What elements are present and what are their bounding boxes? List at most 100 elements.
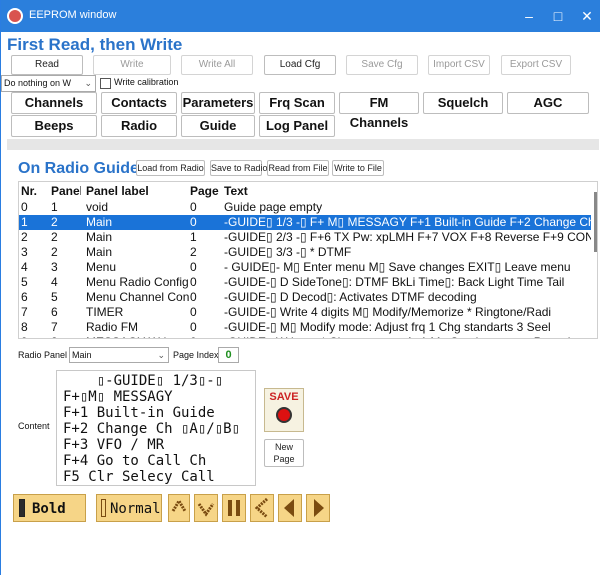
table-row[interactable]: 6 5 Menu Channel Config0 -GUIDE-▯ D Decod▯… xyxy=(19,290,591,305)
right-arrow-tool[interactable] xyxy=(306,494,330,522)
cell-text: Guide page empty xyxy=(224,200,323,214)
cell-page: 0 xyxy=(190,335,225,338)
cell-panel: 1 xyxy=(51,200,58,214)
maximize-button[interactable]: □ xyxy=(548,6,568,26)
cell-text: -GUIDE-▯ M▯ Modify mode: Adjust frq 1 Ch… xyxy=(224,320,551,334)
radio-panel-label: Radio Panel xyxy=(18,350,68,360)
content-line: F+▯M▯ MESSAGY xyxy=(63,389,173,405)
nav-squelch-button[interactable]: Squelch xyxy=(423,92,503,114)
cell-text: -GUIDE▯ 3/3 -▯ * DTMF xyxy=(224,245,352,259)
cell-page: 0 xyxy=(190,200,197,214)
left-angle-icon xyxy=(254,497,269,519)
import-csv-button[interactable]: Import CSV xyxy=(428,55,490,75)
cell-label: Main xyxy=(86,245,113,259)
chevron-down-icon: ⌄ xyxy=(157,350,165,360)
left-arrow-tool[interactable] xyxy=(278,494,302,522)
write-all-button[interactable]: Write All xyxy=(181,55,253,75)
cell-nr: 9 xyxy=(21,335,45,338)
column-header-text[interactable]: Text xyxy=(224,184,594,199)
cell-page: 0 xyxy=(190,305,197,319)
cell-nr: 4 xyxy=(21,260,28,274)
nav-agc-button[interactable]: AGC xyxy=(507,92,589,114)
table-row[interactable]: 4 3 Menu 0 - GUIDE▯- M▯ Enter menu M▯ Save … xyxy=(19,260,591,275)
table-header: Nr. Panel Panel label Page Text xyxy=(19,184,597,200)
table-row[interactable]: 8 7 Radio FM 0 -GUIDE-▯ M▯ Modify mode: Adj… xyxy=(19,320,591,335)
save-button[interactable]: SAVE xyxy=(264,388,304,432)
load-cfg-button[interactable]: Load Cfg xyxy=(264,55,336,75)
new-page-button[interactable]: New Page xyxy=(264,439,304,467)
nav-beeps-button[interactable]: Beeps xyxy=(11,115,97,137)
vertical-scrollbar[interactable] xyxy=(594,192,597,252)
cell-panel: 3 xyxy=(51,260,58,274)
table-row[interactable]: 2 2 Main 1 -GUIDE▯ 2/3 -▯ F+6 TX Pw: xpLMH … xyxy=(19,230,591,245)
table-row[interactable]: 1 2 Main 0 -GUIDE▯ 1/3 -▯ F+ M▯ MESSAGY F+1… xyxy=(19,215,591,230)
cell-page: 0 xyxy=(190,215,197,229)
nav-contacts-button[interactable]: Contacts xyxy=(101,92,177,114)
radio-panel-value: Main xyxy=(72,350,92,360)
cursor-outline-icon xyxy=(101,499,106,517)
section-separator xyxy=(7,139,599,150)
save-to-radio-button[interactable]: Save to Radio xyxy=(210,160,268,176)
nav-guide-button[interactable]: Guide xyxy=(181,115,255,137)
cell-nr: 6 xyxy=(21,290,28,304)
save-cfg-button[interactable]: Save Cfg xyxy=(346,55,418,75)
normal-tool-button[interactable]: Normal xyxy=(96,494,162,522)
app-icon xyxy=(7,8,23,24)
cell-text: -GUIDE-▯ Write 4 digits M▯ Modify/Memori… xyxy=(224,305,552,319)
minimize-button[interactable]: – xyxy=(519,6,539,26)
write-button[interactable]: Write xyxy=(93,55,171,75)
read-button[interactable]: Read xyxy=(11,55,83,75)
left-angle-tool[interactable] xyxy=(250,494,274,522)
cell-page: 0 xyxy=(190,260,197,274)
cell-label: Main xyxy=(86,230,113,244)
cell-label: Menu Channel Config xyxy=(86,290,189,304)
column-header-nr[interactable]: Nr. xyxy=(21,184,45,199)
export-csv-button[interactable]: Export CSV xyxy=(501,55,571,75)
column-header-page[interactable]: Page xyxy=(190,184,225,199)
arrow-down-tool[interactable] xyxy=(194,494,218,522)
cell-label: Main xyxy=(86,215,113,229)
caret-up-icon xyxy=(171,498,187,512)
cell-page: 2 xyxy=(190,245,197,259)
nav-frq-scan-button[interactable]: Frq Scan xyxy=(259,92,335,114)
cell-text: -GUIDE▯ 2/3 -▯ F+6 TX Pw: xpLMH F+7 VOX … xyxy=(224,230,591,244)
content-line: F+1 Built-in Guide xyxy=(63,405,215,421)
table-row[interactable]: 0 1 void 0 Guide page empty xyxy=(19,200,591,215)
write-calibration-checkbox[interactable] xyxy=(100,78,111,89)
table-row[interactable]: 7 6 TIMER 0 -GUIDE-▯ Write 4 digits M▯ Modi… xyxy=(19,305,591,320)
content-line: F+3 VFO / MR xyxy=(63,437,165,453)
radio-panel-select[interactable]: Main ⌄ xyxy=(69,347,169,363)
page-index-input[interactable]: 0 xyxy=(218,347,239,363)
cell-text: -GUIDE-▯ D SideTone▯: DTMF BkLi Time▯: B… xyxy=(224,275,565,289)
cell-page: 0 xyxy=(190,320,197,334)
table-row[interactable]: 5 4 Menu Radio Config 0 -GUIDE-▯ D SideTone… xyxy=(19,275,591,290)
write-to-file-button[interactable]: Write to File xyxy=(332,160,384,176)
chevron-down-icon: ⌄ xyxy=(84,78,92,88)
nav-parameters-button[interactable]: Parameters xyxy=(181,92,255,114)
nav-radio-bands-button[interactable]: Radio Bands xyxy=(101,115,177,153)
bold-tool-button[interactable]: Bold xyxy=(13,494,86,522)
cell-page: 1 xyxy=(190,230,197,244)
read-from-file-button[interactable]: Read from File xyxy=(267,160,329,176)
double-bar-tool[interactable] xyxy=(222,494,246,522)
column-header-panel-label[interactable]: Panel label xyxy=(86,184,189,199)
cell-panel: 2 xyxy=(51,230,58,244)
nav-fm-channels-button[interactable]: FM Channels xyxy=(339,92,419,130)
cell-page: 0 xyxy=(190,290,197,304)
arrow-up-tool[interactable] xyxy=(168,494,190,522)
bold-label: Bold xyxy=(32,501,66,517)
cell-panel: 8 xyxy=(51,335,81,338)
close-button[interactable]: ✕ xyxy=(577,6,597,26)
write-action-select[interactable]: Do nothing on W ⌄ xyxy=(1,75,96,92)
nav-log-panel-button[interactable]: Log Panel xyxy=(259,115,335,137)
cell-nr: 0 xyxy=(21,200,28,214)
content-editor[interactable]: ▯-GUIDE▯ 1/3▯-▯ F+▯M▯ MESSAGY F+1 Built-in… xyxy=(56,370,256,486)
table-row[interactable]: 3 2 Main 2 -GUIDE▯ 3/3 -▯ * DTMF xyxy=(19,245,591,260)
nav-channels-button[interactable]: Channels xyxy=(11,92,97,114)
cell-text: -GUIDE▯ 1/3 -▯ F+ M▯ MESSAGY F+1 Built-i… xyxy=(224,215,591,229)
load-from-radio-button[interactable]: Load from Radio xyxy=(136,160,205,176)
column-header-panel[interactable]: Panel xyxy=(51,184,81,199)
cell-label: MESSAGY Write xyxy=(86,335,189,338)
table-row[interactable]: 9 8 MESSAGY Write0 -GUIDE▯ Write -▯ * Chan… xyxy=(19,335,591,338)
cell-nr: 1 xyxy=(21,215,28,229)
